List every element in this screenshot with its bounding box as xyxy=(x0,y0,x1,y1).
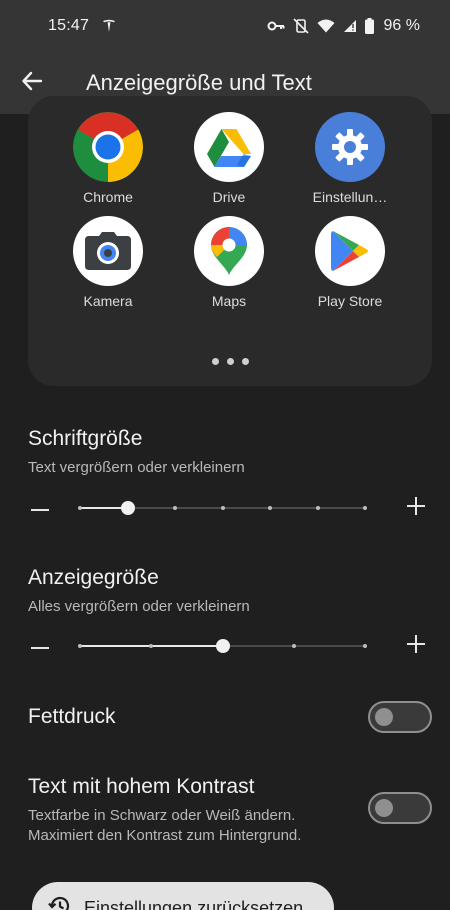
page-dot xyxy=(211,358,219,365)
slider-tick xyxy=(78,643,82,648)
app-tile-drive: Drive xyxy=(174,112,284,205)
toggle-knob xyxy=(375,799,393,817)
high-contrast-title: Text mit hohem Kontrast xyxy=(28,775,255,798)
status-bar: 15:47 96 % xyxy=(0,0,450,52)
toggle-knob xyxy=(375,708,393,726)
slider-tick xyxy=(268,505,272,510)
slider-tick xyxy=(149,643,154,648)
minus-icon xyxy=(31,499,49,517)
tesla-icon xyxy=(101,18,117,34)
font-size-slider-track[interactable] xyxy=(78,501,367,515)
plus-icon xyxy=(406,496,426,521)
camera-icon xyxy=(73,216,143,286)
display-size-decrease-button[interactable] xyxy=(28,631,52,661)
font-size-subtitle: Text vergrößern oder verkleinern xyxy=(28,459,245,476)
status-time: 15:47 xyxy=(48,17,90,34)
app-label: Maps xyxy=(211,293,247,309)
app-tile-chrome: Chrome xyxy=(53,112,163,205)
page-title: Anzeigegröße und Text xyxy=(86,70,312,95)
page-dot xyxy=(241,358,249,365)
preview-card: Chrome Drive Einstellun… Kamera Maps Pla… xyxy=(28,96,432,386)
font-size-increase-button[interactable] xyxy=(404,493,428,523)
app-tile-play-store: Play Store xyxy=(295,216,405,309)
key-icon xyxy=(267,20,285,32)
app-tile-maps: Maps xyxy=(174,216,284,309)
app-tile-settings: Einstellun… xyxy=(295,112,405,205)
app-tile-camera: Kamera xyxy=(53,216,163,309)
slider-tick xyxy=(315,505,320,510)
app-label: Chrome xyxy=(83,189,133,205)
reset-settings-label: Einstellungen zurücksetzen xyxy=(84,897,304,910)
battery-icon xyxy=(364,18,374,34)
status-icons: 96 % xyxy=(267,17,420,35)
slider-thumb[interactable] xyxy=(215,639,230,653)
chrome-icon xyxy=(73,112,143,182)
slider-tick xyxy=(291,643,296,648)
app-label: Kamera xyxy=(83,293,133,309)
wifi-icon xyxy=(317,19,335,33)
settings-gear-icon xyxy=(315,112,385,182)
high-contrast-toggle[interactable] xyxy=(368,792,432,824)
minus-icon xyxy=(31,637,49,655)
font-size-decrease-button[interactable] xyxy=(28,493,52,523)
bold-text-toggle[interactable] xyxy=(368,701,432,733)
play-store-icon xyxy=(315,216,385,286)
slider-tick xyxy=(363,643,367,648)
page-indicator-dots xyxy=(28,352,432,370)
reset-settings-button[interactable]: Einstellungen zurücksetzen xyxy=(32,882,334,910)
page-dot xyxy=(226,358,234,365)
slider-tick xyxy=(173,505,177,510)
display-size-slider xyxy=(28,631,428,661)
app-label: Drive xyxy=(212,189,246,205)
slider-tick xyxy=(363,505,367,510)
high-contrast-subtitle-line2: Maximiert den Kontrast zum Hintergrund. xyxy=(28,827,302,844)
drive-icon xyxy=(194,112,264,182)
history-icon xyxy=(48,894,72,910)
font-size-slider xyxy=(28,493,428,523)
display-size-subtitle: Alles vergrößern oder verkleinern xyxy=(28,598,250,615)
slider-tick xyxy=(78,505,82,510)
maps-pin-icon xyxy=(194,216,264,286)
display-size-increase-button[interactable] xyxy=(404,631,428,661)
display-size-title: Anzeigegröße xyxy=(28,566,159,589)
high-contrast-subtitle-line1: Textfarbe in Schwarz oder Weiß ändern. xyxy=(28,807,296,824)
font-size-title: Schriftgröße xyxy=(28,427,143,450)
slider-tick xyxy=(220,505,225,510)
plus-icon xyxy=(406,634,426,659)
signal-icon xyxy=(343,19,357,33)
slider-thumb[interactable] xyxy=(120,501,135,515)
display-size-slider-track[interactable] xyxy=(78,639,367,653)
preview-app-grid: Chrome Drive Einstellun… Kamera Maps Pla… xyxy=(28,96,432,386)
bold-text-title: Fettdruck xyxy=(28,705,116,728)
battery-percent: 96 % xyxy=(383,17,420,34)
mute-vibrate-icon xyxy=(292,18,309,34)
app-label: Einstellun… xyxy=(312,189,388,205)
arrow-back-icon xyxy=(21,70,43,97)
app-label: Play Store xyxy=(317,293,383,309)
